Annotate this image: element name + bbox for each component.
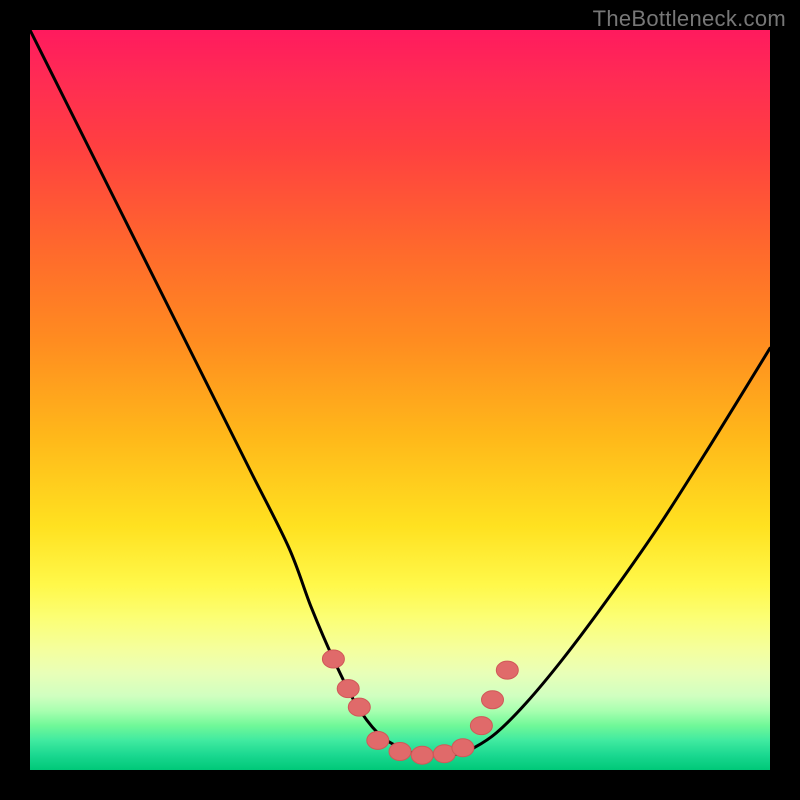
plot-area — [30, 30, 770, 770]
watermark-text: TheBottleneck.com — [593, 6, 786, 32]
curve-marker — [496, 661, 518, 679]
curve-marker — [367, 731, 389, 749]
chart-frame: TheBottleneck.com — [0, 0, 800, 800]
curve-marker — [389, 743, 411, 761]
curve-marker — [348, 698, 370, 716]
curve-marker — [452, 739, 474, 757]
curve-marker — [470, 717, 492, 735]
curve-markers — [322, 650, 518, 764]
curve-marker — [482, 691, 504, 709]
bottleneck-chart-svg — [30, 30, 770, 770]
curve-marker — [411, 746, 433, 764]
curve-marker — [322, 650, 344, 668]
curve-marker — [337, 680, 359, 698]
bottleneck-curve — [30, 30, 770, 756]
